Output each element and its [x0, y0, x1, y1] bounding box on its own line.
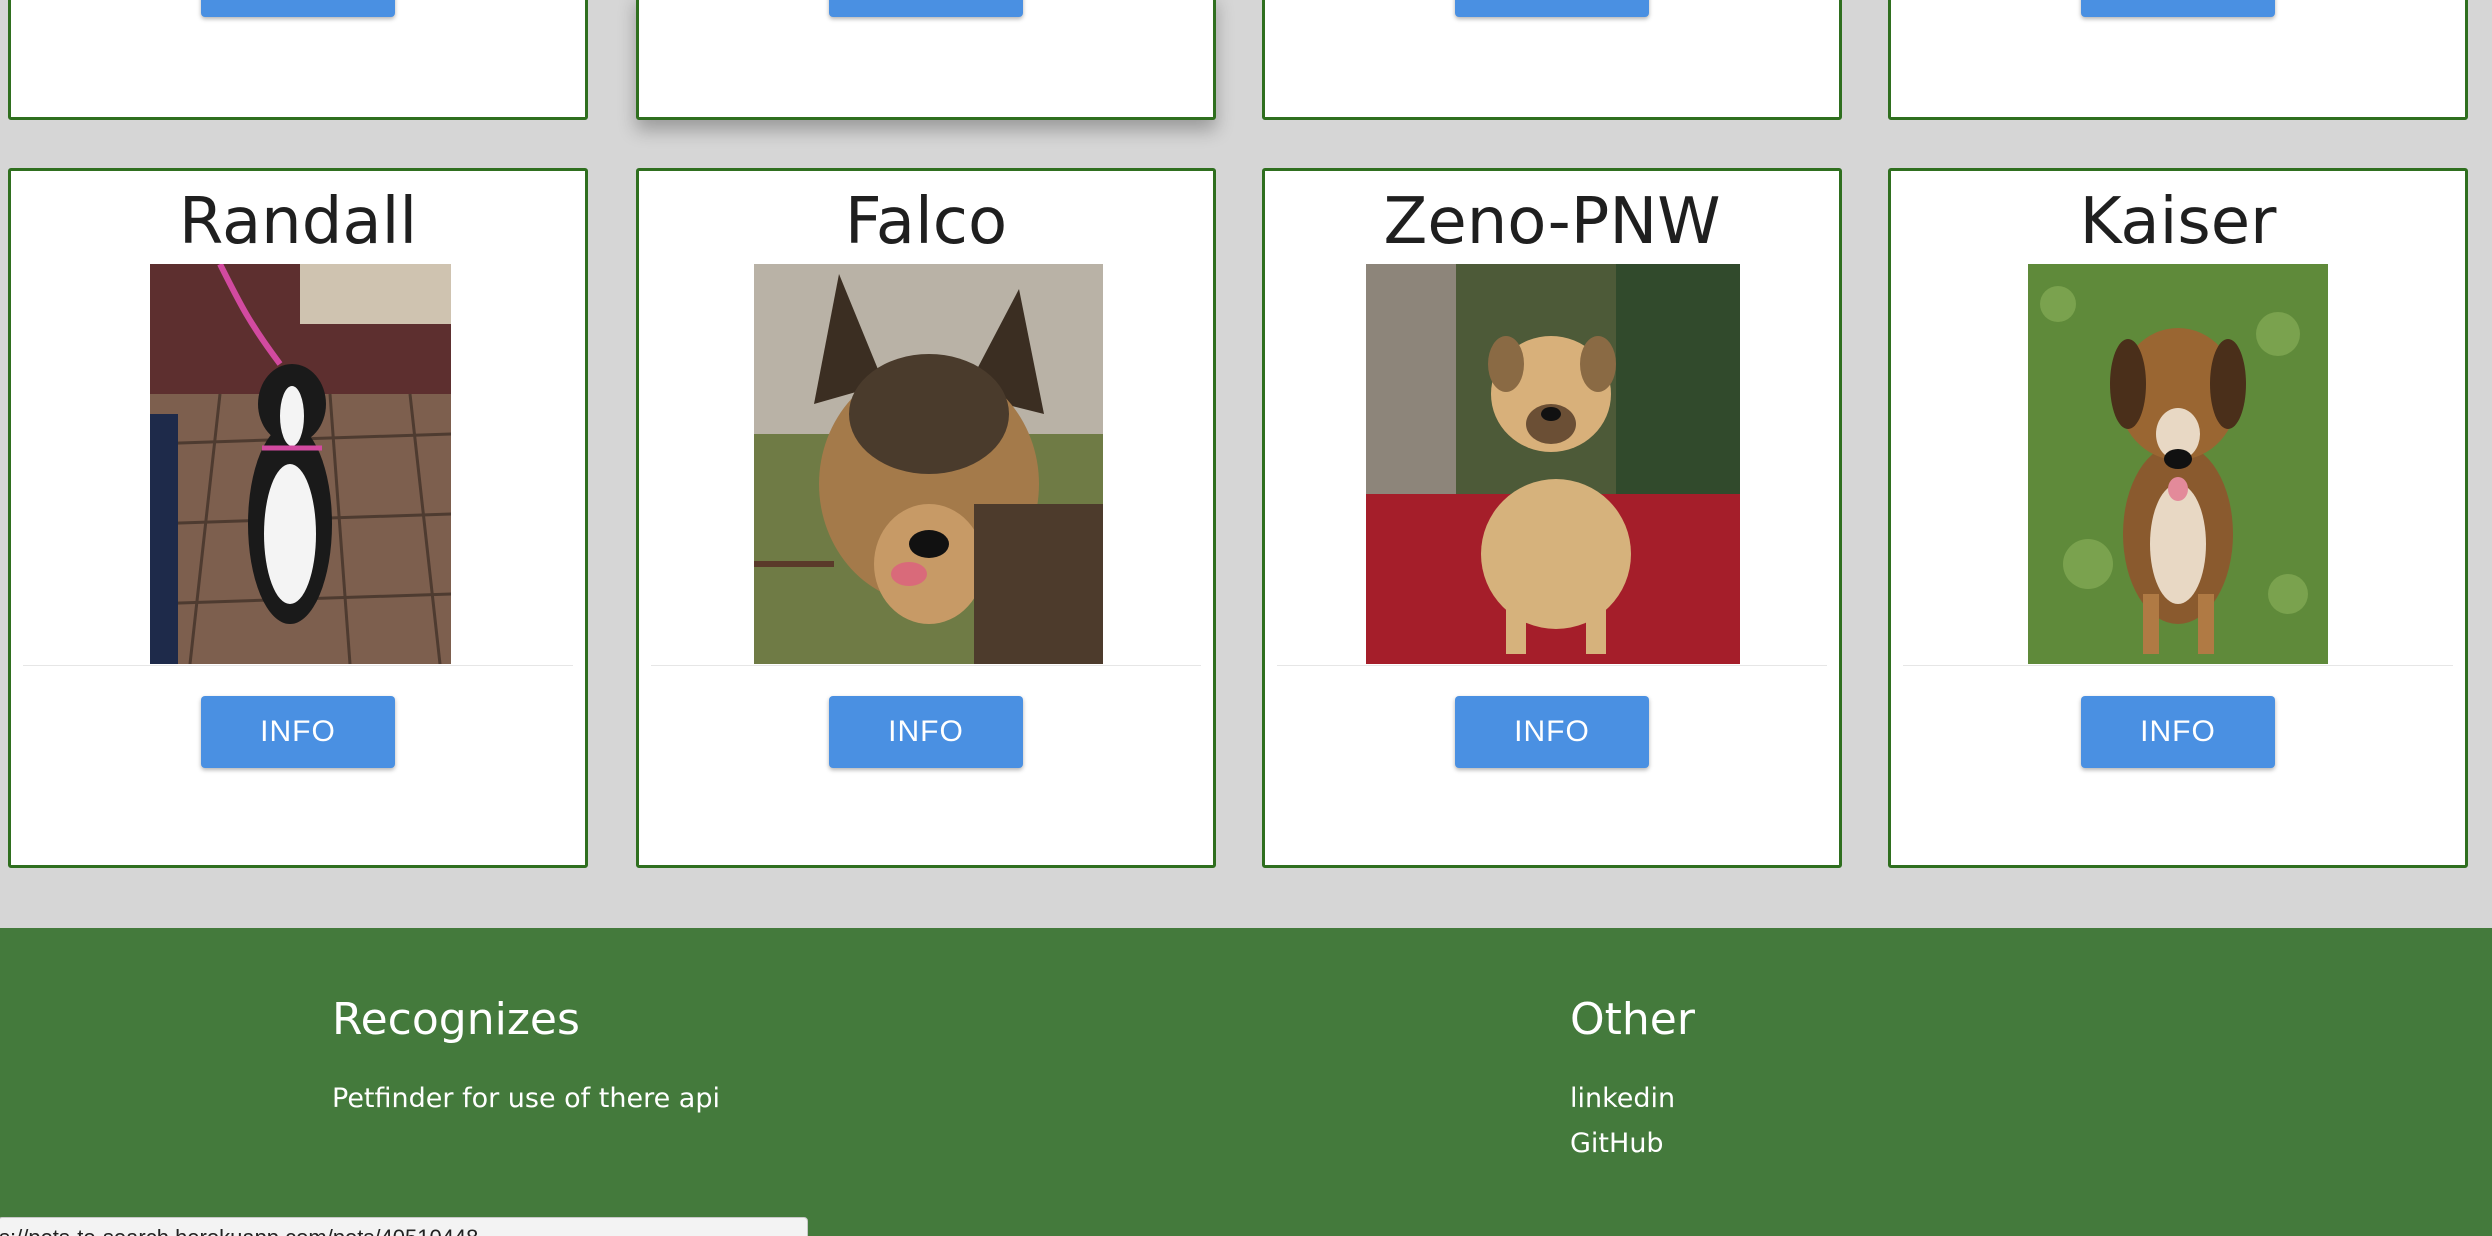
linkedin-link[interactable]: linkedin	[1570, 1083, 1695, 1114]
status-url: s://pets-to-search.herokuapp.com/pets/40…	[0, 1225, 478, 1236]
footer-heading-other: Other	[1570, 994, 1695, 1045]
footer: Recognizes Petfinder for use of there ap…	[0, 928, 2492, 1236]
pet-card-falco: Falco INFO	[636, 168, 1216, 868]
dog-photo-zeno-pnw	[1366, 264, 1740, 664]
pet-photo	[1366, 264, 1740, 664]
info-button[interactable]: INFO	[201, 696, 395, 768]
footer-heading-recognizes: Recognizes	[332, 994, 580, 1045]
github-link[interactable]: GitHub	[1570, 1128, 1695, 1159]
info-button[interactable]: INFO	[2081, 696, 2275, 768]
info-button[interactable]: INFO	[1455, 0, 1649, 17]
pet-card-randall: Randall INFO	[8, 168, 588, 868]
info-button[interactable]: INFO	[201, 0, 395, 17]
pet-card-kaiser: Kaiser INFO	[1888, 168, 2468, 868]
pet-photo	[2028, 264, 2328, 664]
dog-photo-falco	[754, 264, 1103, 664]
card-divider	[1903, 665, 2453, 666]
dog-photo-kaiser	[2028, 264, 2328, 664]
pet-name: Zeno-PNW	[1383, 185, 1721, 259]
pet-photo	[150, 264, 451, 664]
pet-name: Randall	[178, 185, 418, 259]
info-button[interactable]: INFO	[2081, 0, 2275, 17]
card-divider	[23, 665, 573, 666]
pet-photo	[754, 264, 1103, 664]
footer-other: Other linkedin GitHub	[1570, 994, 1695, 1173]
pet-card-top-4: INFO	[1888, 0, 2468, 120]
card-divider	[1277, 665, 1827, 666]
dog-photo-randall	[150, 264, 451, 664]
footer-recognizes-text: Petfinder for use of there api	[332, 1083, 720, 1114]
footer-links: linkedin GitHub	[1570, 1083, 1695, 1159]
pet-card-top-3: INFO	[1262, 0, 1842, 120]
pet-card-top-1: INFO	[8, 0, 588, 120]
page: INFO INFO INFO INFO Randall	[0, 0, 2492, 1236]
browser-status-bar: s://pets-to-search.herokuapp.com/pets/40…	[0, 1217, 808, 1236]
footer-recognizes: Recognizes Petfinder for use of there ap…	[332, 994, 720, 1114]
info-button[interactable]: INFO	[829, 696, 1023, 768]
pet-name: Falco	[844, 185, 1008, 259]
info-button[interactable]: INFO	[829, 0, 1023, 17]
card-divider	[651, 665, 1201, 666]
pet-card-zeno-pnw: Zeno-PNW INFO	[1262, 168, 1842, 868]
pet-card-top-2: INFO	[636, 0, 1216, 120]
info-button[interactable]: INFO	[1455, 696, 1649, 768]
pet-name: Kaiser	[2079, 185, 2277, 259]
